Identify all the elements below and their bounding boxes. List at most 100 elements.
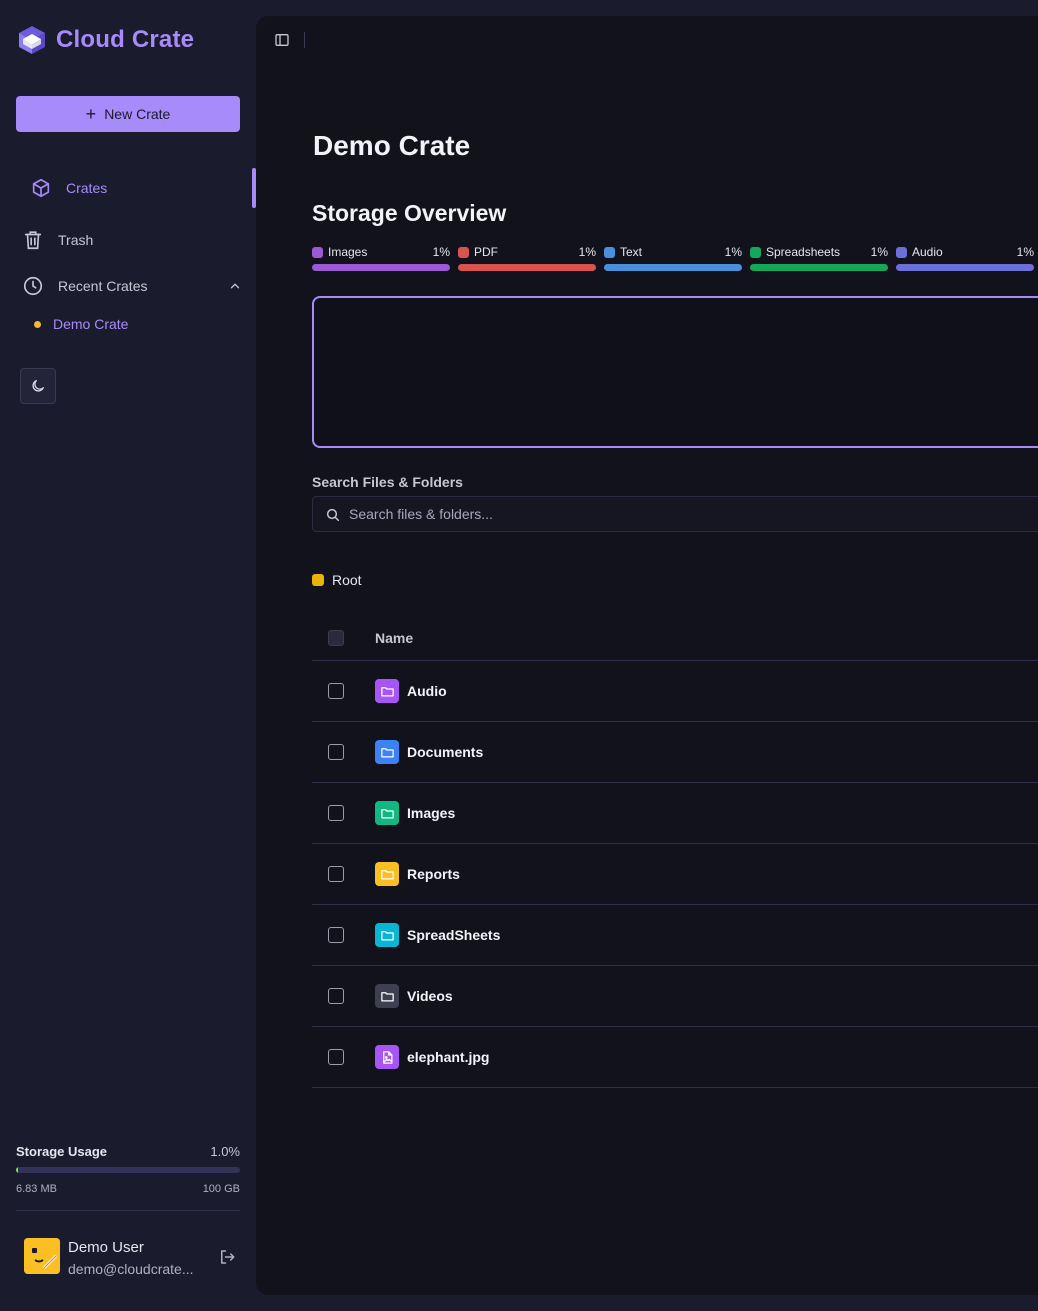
row-checkbox[interactable] [328,744,344,760]
sidebar-item-label: Trash [58,232,94,248]
row-checkbox[interactable] [328,805,344,821]
status-dot [34,320,41,328]
search-box[interactable] [312,496,1038,532]
legend-label: Text [620,245,643,259]
file-name: elephant.jpg [407,1049,490,1065]
legend-label: Images [328,245,368,259]
legend-bar [458,264,596,271]
table-header: Name [312,616,1038,661]
row-checkbox[interactable] [328,927,344,943]
logout-icon[interactable] [218,1248,236,1266]
folder-icon [375,679,399,703]
row-checkbox[interactable] [328,683,344,699]
sidebar-item-label: Crates [66,180,108,196]
sidebar-toggle-icon[interactable] [274,32,290,48]
recent-crate-item[interactable]: Demo Crate [34,316,128,332]
folder-marker-icon [312,574,324,586]
storage-progress-fill [16,1167,19,1173]
row-checkbox[interactable] [328,1049,344,1065]
user-profile[interactable]: Demo User demo@cloudcrate... [24,1238,240,1278]
table-row[interactable]: Reports [312,844,1038,905]
storage-percent: 1.0% [210,1144,240,1159]
folder-icon [375,740,399,764]
theme-toggle-button[interactable] [20,368,56,404]
file-name: Images [407,805,456,821]
select-all-checkbox[interactable] [328,630,344,646]
legend-swatch [458,246,469,258]
table-row[interactable]: Images [312,783,1038,844]
sidebar-item-label: Recent Crates [58,278,148,294]
new-crate-button[interactable]: + New Crate [16,96,240,132]
storage-legend: Images 1% PDF 1% Text 1% Spreadsheets 1%… [312,244,1034,271]
legend-percent: 1% [724,245,742,259]
table-row[interactable]: Audio [312,661,1038,722]
legend-label: Audio [912,245,943,259]
box-icon [32,178,50,198]
search-icon [326,508,340,522]
legend-item-images: Images 1% [312,244,450,271]
legend-item-audio: Audio 1% [896,244,1034,271]
upload-dropzone[interactable] [312,296,1038,448]
legend-bar [312,264,450,271]
divider [304,32,305,48]
legend-label: PDF [474,245,498,259]
search-label: Search Files & Folders [312,474,463,490]
file-name: Audio [407,683,447,699]
column-header-name[interactable]: Name [375,630,413,646]
clock-icon [23,276,43,296]
legend-percent: 1% [432,245,450,259]
sidebar-item-crates[interactable]: Crates [30,172,250,204]
storage-progress-bar [16,1167,240,1173]
recent-crate-label: Demo Crate [53,316,129,332]
storage-overview-title: Storage Overview [312,200,507,226]
legend-item-text: Text 1% [604,244,742,271]
table-row[interactable]: Documents [312,722,1038,783]
trash-icon [24,231,42,250]
folder-icon [375,801,399,825]
file-name: SpreadSheets [407,927,501,943]
legend-percent: 1% [1016,245,1034,259]
cube-logo-icon [19,26,45,54]
file-name: Reports [407,866,460,882]
breadcrumb[interactable]: Root [312,572,362,588]
legend-swatch [896,246,907,258]
legend-bar [896,264,1034,271]
avatar [24,1238,60,1274]
plus-icon: + [85,104,97,124]
table-row[interactable]: SpreadSheets [312,905,1038,966]
app-name: Cloud Crate [56,26,195,53]
search-input[interactable] [349,497,1029,531]
user-name: Demo User [68,1239,144,1256]
breadcrumb-root: Root [332,572,362,588]
legend-swatch [750,246,761,258]
legend-bar [604,264,742,271]
legend-percent: 1% [578,245,596,259]
row-checkbox[interactable] [328,866,344,882]
file-name: Videos [407,988,453,1004]
divider [16,1210,240,1211]
legend-swatch [604,246,615,258]
legend-swatch [312,246,323,258]
legend-label: Spreadsheets [766,245,841,259]
folder-icon [375,984,399,1008]
brand[interactable]: Cloud Crate [16,24,194,56]
storage-total: 100 GB [202,1183,240,1195]
avatar-illustration-icon [24,1238,60,1274]
user-email: demo@cloudcrate... [68,1261,194,1277]
moon-icon [32,380,44,392]
storage-usage: Storage Usage 1.0% 6.83 MB 100 GB [16,1144,240,1195]
storage-title: Storage Usage [16,1144,108,1159]
row-checkbox[interactable] [328,988,344,1004]
sidebar-item-trash[interactable]: Trash [22,224,242,256]
sidebar-item-recent-crates[interactable]: Recent Crates [22,270,242,302]
folder-icon [375,923,399,947]
main-panel: Demo Crate Storage Overview Images 1% PD… [256,16,1038,1295]
table-row[interactable]: elephant.jpg [312,1027,1038,1088]
table-row[interactable]: Videos [312,966,1038,1027]
image-file-icon [375,1045,399,1069]
sidebar: Cloud Crate + New Crate Crates Trash Rec… [0,0,256,1311]
chevron-up-icon[interactable] [228,279,242,293]
page-title: Demo Crate [313,130,471,161]
storage-used: 6.83 MB [16,1183,57,1195]
legend-percent: 1% [870,245,888,259]
